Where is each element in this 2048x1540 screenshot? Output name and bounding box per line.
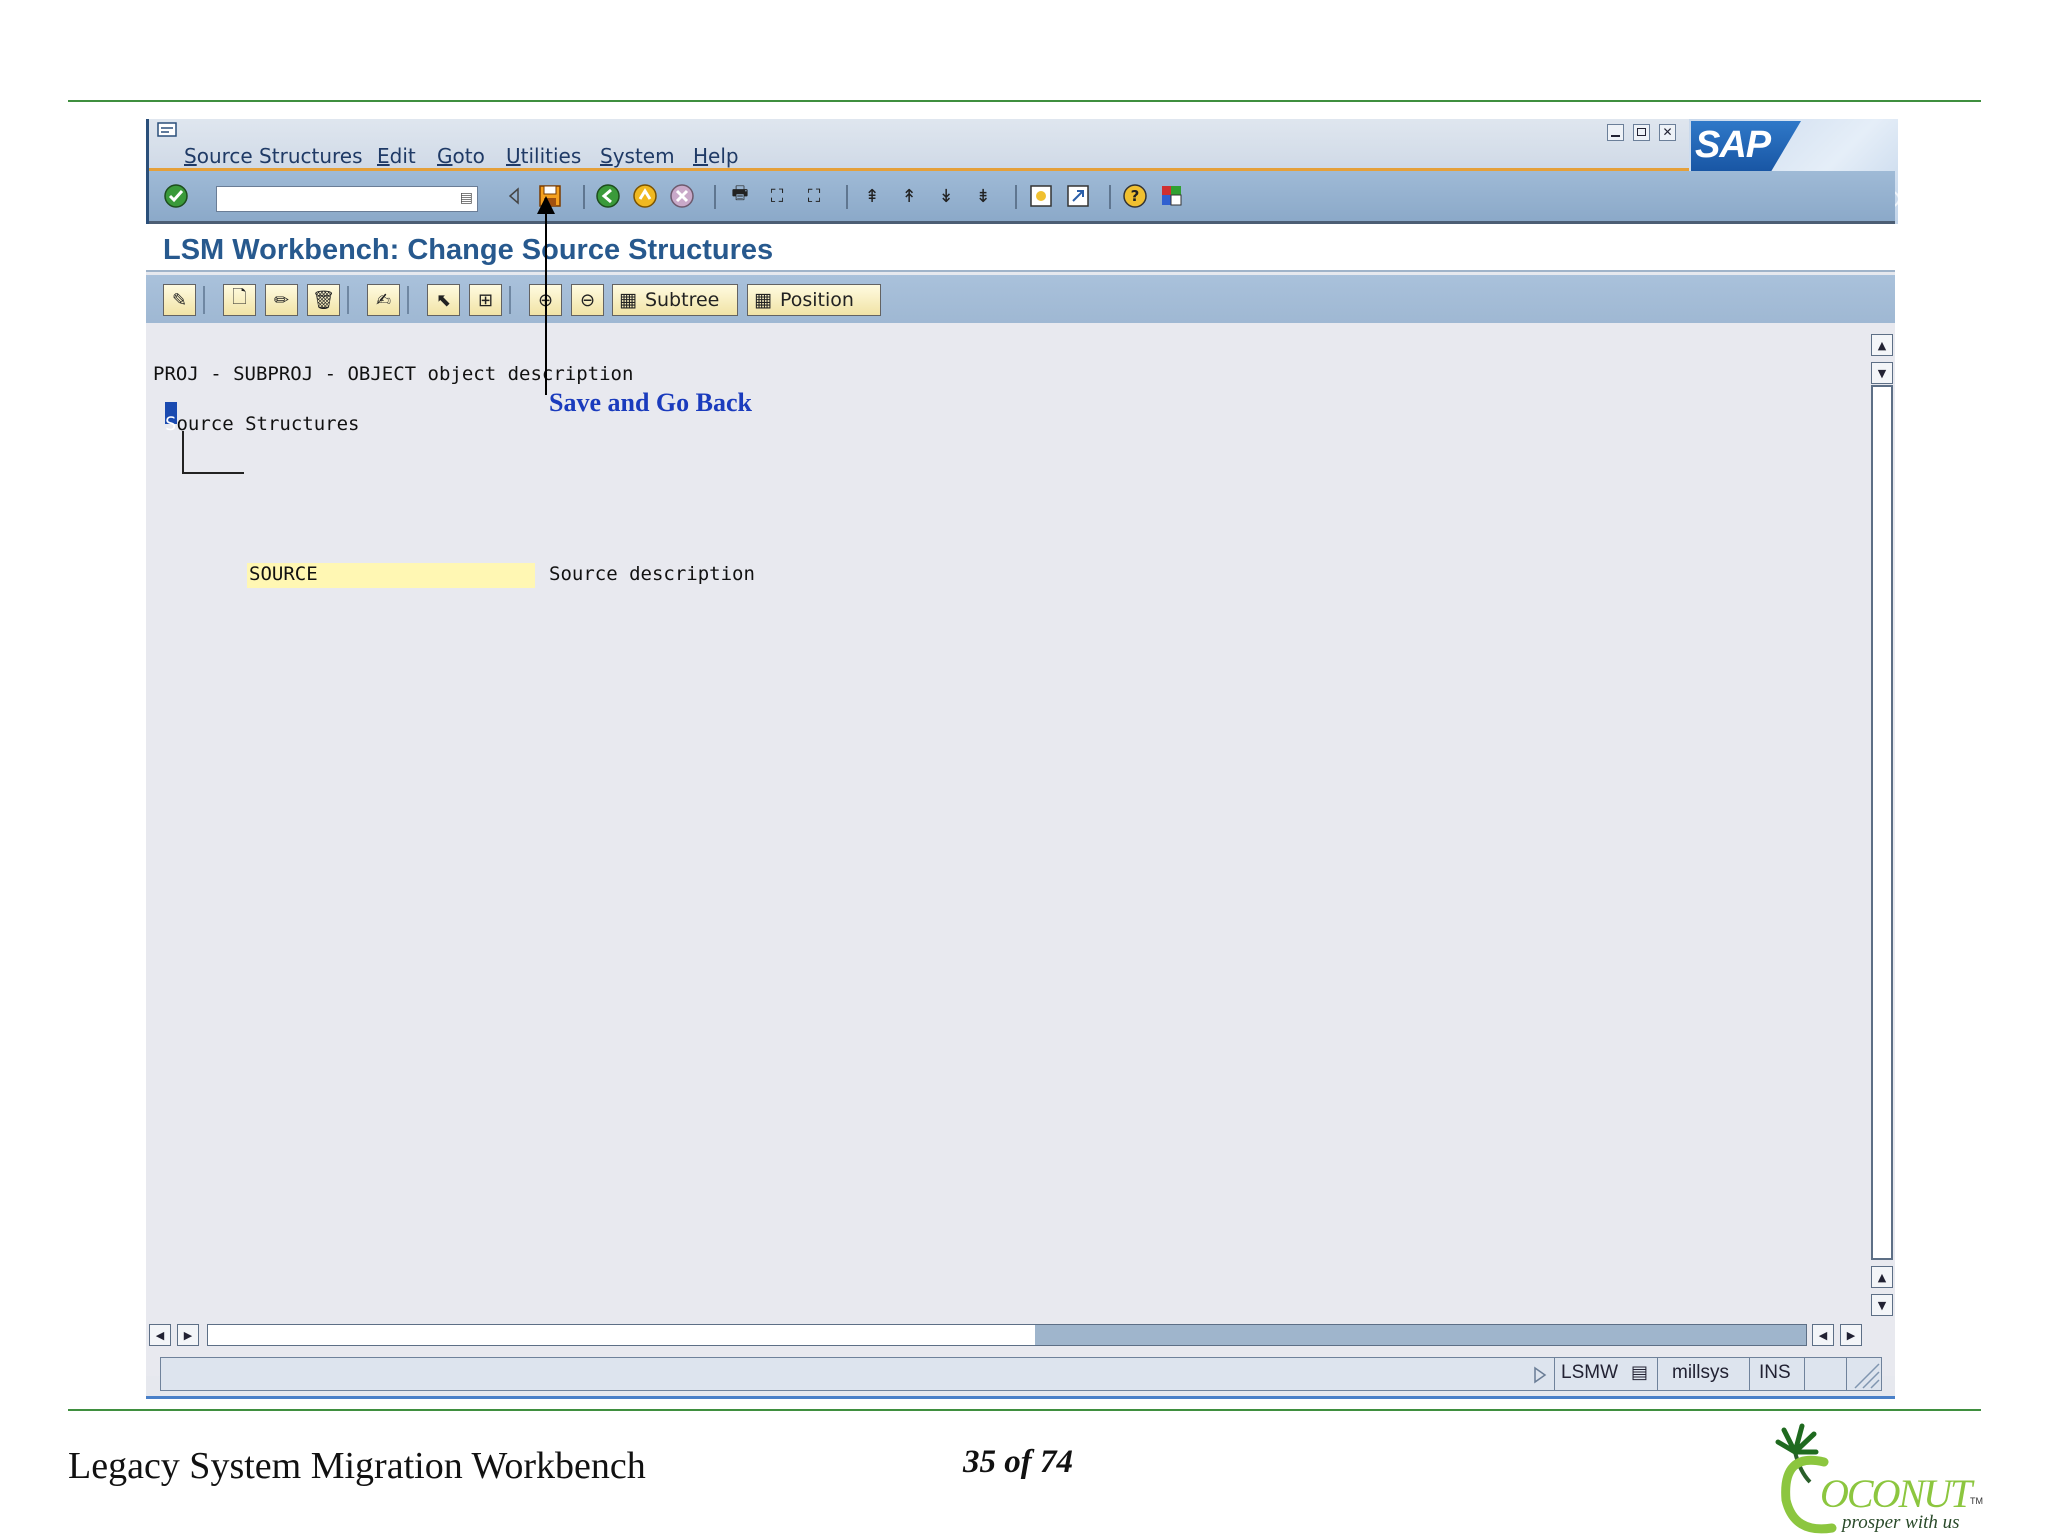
layout-icon[interactable] [1159,183,1185,209]
new-session-icon[interactable] [1028,183,1054,209]
prev-page-icon[interactable]: ↟ [896,183,922,209]
hierarchy-button[interactable]: ⊞ [469,284,502,316]
status-bar: LSMW ▤ millsys INS [160,1357,1882,1391]
change-button[interactable]: ✏ [265,284,298,316]
back-icon[interactable] [595,183,621,209]
display-change-icon: ✎ [171,289,188,311]
position-button[interactable]: ▦ Position [747,284,881,316]
create-button[interactable]: 🗋 [223,284,256,316]
vertical-scrollbar[interactable] [1871,385,1893,1260]
status-expand-icon[interactable] [1533,1366,1547,1384]
scroll-down-top-button[interactable]: ▼ [1871,362,1893,384]
first-page-icon[interactable]: ⇞ [859,183,885,209]
insert-mode[interactable]: INS [1759,1362,1791,1384]
coconut-logo: OCONUT TM prosper with us [1770,1412,1984,1536]
menu-utilities[interactable]: Utilities [506,144,581,168]
resize-grip-icon[interactable] [1851,1360,1881,1390]
help-icon[interactable]: ? [1122,183,1148,209]
header-rule [68,100,1981,102]
menu-bar: Source Structures Edit Goto Utilities Sy… [146,119,1898,224]
exit-icon[interactable] [632,183,658,209]
menu-source-structures[interactable]: Source Structures [184,144,363,168]
subtree-label: Subtree [644,289,720,311]
display-change-button[interactable]: ✎ [163,284,196,316]
scroll-left-button[interactable]: ◀ [149,1324,171,1346]
tree-root-node[interactable]: Source Structures [165,413,359,435]
position-icon: ▦ [754,289,772,311]
select-button[interactable]: ⬉ [427,284,460,316]
command-history-icon[interactable]: ▤ [460,190,473,206]
page-number: 35 of 74 [963,1444,1073,1480]
edit-button[interactable]: ✍ [367,284,400,316]
maximize-icon[interactable] [1633,124,1650,141]
subtree-button[interactable]: ▦ Subtree [612,284,738,316]
command-field[interactable]: ▤ [216,186,478,212]
server-name: millsys [1672,1362,1729,1383]
delete-button[interactable]: 🗑 [307,284,340,316]
collapse-icon: ⊖ [579,289,596,311]
menu-help[interactable]: Help [693,144,739,168]
select-icon: ⬉ [435,289,452,311]
scroll-right-end-button[interactable]: ▶ [1840,1324,1862,1346]
annotation-save-and-go-back: Save and Go Back [549,388,752,417]
last-page-icon[interactable]: ⇟ [970,183,996,209]
application-toolbar: ✎ 🗋 ✏ 🗑 ✍ ⬉ ⊞ ⊕ ⊖ ▦ Subtree ▦ Position [146,275,1895,323]
tree-connector-h [182,472,244,474]
window-bottom-edge [146,1396,1895,1399]
system-menu-icon[interactable] [157,122,179,138]
svg-text:?: ? [1131,187,1140,205]
footer-title: Legacy System Migration Workbench [68,1445,646,1487]
source-node-name[interactable]: SOURCE [249,563,318,585]
scroll-up-bottom-button[interactable]: ▲ [1871,1266,1893,1288]
close-icon[interactable]: ✕ [1659,124,1676,141]
page-title: LSM Workbench: Change Source Structures [163,234,774,266]
menu-goto[interactable]: Goto [437,144,485,168]
hierarchy-icon: ⊞ [477,289,494,311]
next-page-icon[interactable]: ↡ [933,183,959,209]
menu-system[interactable]: System [600,144,675,168]
find-icon[interactable]: ⛶ [764,183,790,209]
cancel-icon[interactable] [669,183,695,209]
footer-rule [68,1409,1981,1411]
shortcut-icon[interactable] [1065,183,1091,209]
standard-toolbar: ▤ 🖶 ⛶ ⛶ ⇞ ↟ ↡ ⇟ ? [146,171,1895,224]
annotation-arrow-line [545,200,547,395]
subtree-icon: ▦ [619,289,637,311]
trash-icon: 🗑 [312,289,335,311]
collapse-button[interactable]: ⊖ [571,284,604,316]
tree-connector [182,431,184,473]
create-icon: 🗋 [232,287,247,308]
edit-document-icon: ✍ [375,289,392,311]
find-next-icon[interactable]: ⛶ [801,183,827,209]
enter-icon[interactable] [163,183,189,209]
object-header-line: PROJ - SUBPROJ - OBJECT object descripti… [153,363,634,385]
sap-window: Source Structures Edit Goto Utilities Sy… [146,119,1898,1399]
scroll-right-button[interactable]: ▶ [177,1324,199,1346]
position-label: Position [779,289,854,311]
scroll-left-end-button[interactable]: ◀ [1812,1324,1834,1346]
screen-title-bar: LSM Workbench: Change Source Structures [146,224,1895,272]
print-icon[interactable]: 🖶 [727,183,753,209]
scroll-up-top-button[interactable]: ▲ [1871,334,1893,356]
source-node-description: Source description [549,563,755,585]
scroll-down-bottom-button[interactable]: ▼ [1871,1294,1893,1316]
session-list-icon[interactable]: ▤ [1631,1362,1648,1383]
tree-content-area: PROJ - SUBPROJ - OBJECT object descripti… [146,323,1895,1376]
pencil-icon: ✏ [273,289,290,311]
annotation-arrowhead [537,196,555,214]
menu-edit[interactable]: Edit [377,144,416,168]
transaction-code: LSMW [1561,1362,1618,1383]
command-arrow-icon[interactable] [501,183,527,209]
horizontal-scroll-thumb[interactable] [1035,1325,1806,1345]
minimize-icon[interactable] [1607,124,1624,141]
